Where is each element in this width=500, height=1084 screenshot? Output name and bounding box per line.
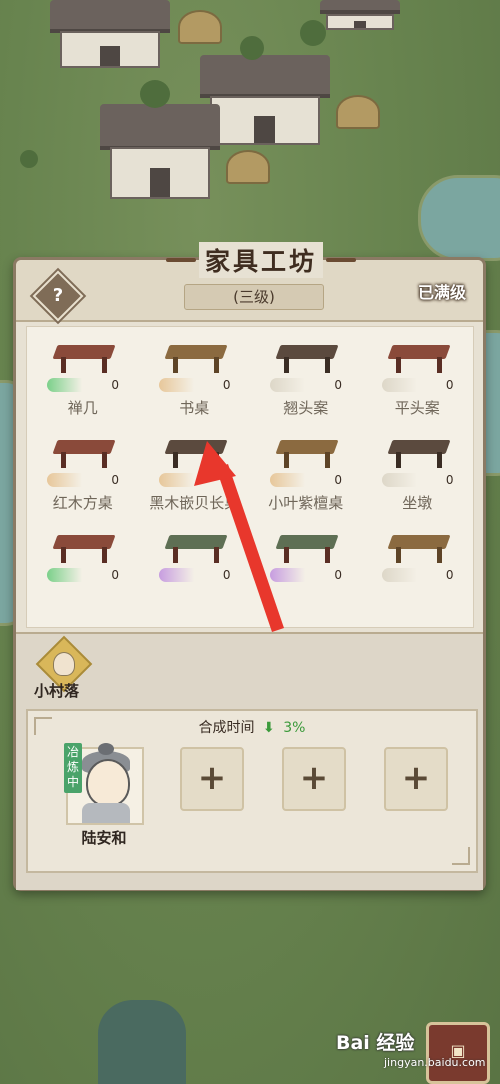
- furniture-icon: [163, 531, 228, 565]
- furniture-item[interactable]: 0 书桌: [139, 333, 251, 428]
- furniture-icon: [163, 341, 228, 375]
- down-arrow-icon: ⬇: [263, 720, 275, 736]
- crafting-box: 合成时间 ⬇ 3% 冶炼中 陆安和 + + +: [26, 709, 478, 873]
- item-label: 翘头案: [283, 399, 329, 417]
- add-worker-slot[interactable]: +: [180, 747, 244, 811]
- question-icon: ?: [52, 285, 64, 306]
- item-label: 坐墩: [402, 494, 433, 512]
- furniture-item[interactable]: 0: [362, 523, 474, 618]
- furniture-workshop-panel: ? 家具工坊 (三级) 已满级 0 禅几 0 书桌 0 翘头案 0 平头案 0 红木方桌 0 黑木嵌贝…: [13, 242, 486, 891]
- furniture-icon: [52, 436, 116, 470]
- furniture-icon: [275, 436, 339, 470]
- worker-avatar: [86, 759, 130, 807]
- item-count: 0: [47, 378, 125, 392]
- hut[interactable]: [336, 95, 380, 129]
- tree: [20, 150, 38, 168]
- tree: [300, 20, 326, 46]
- furniture-item[interactable]: 0 小叶紫檀桌: [250, 428, 362, 523]
- furniture-icon: [163, 436, 228, 470]
- item-label: 红木方桌: [52, 494, 113, 512]
- item-count: 0: [158, 378, 237, 392]
- hut[interactable]: [226, 150, 270, 184]
- item-label: 小叶紫檀桌: [268, 494, 344, 512]
- title-banner: 家具工坊: [166, 242, 356, 278]
- furniture-item[interactable]: 0 坐墩: [362, 428, 474, 523]
- plus-icon: +: [401, 758, 431, 798]
- furniture-icon: [386, 436, 451, 470]
- furniture-item[interactable]: 0 红木方桌: [27, 428, 139, 523]
- crafting-section: 小村落 合成时间 ⬇ 3% 冶炼中 陆安和 + + +: [16, 632, 483, 890]
- furniture-icon: [52, 341, 116, 375]
- craft-time-reduction: 3%: [283, 720, 306, 736]
- item-count: 0: [381, 568, 460, 582]
- item-count: 0: [381, 378, 460, 392]
- panel-title: 家具工坊: [198, 242, 323, 278]
- furniture-item[interactable]: 0 黑木嵌贝长桌: [139, 428, 251, 523]
- tree: [240, 36, 264, 60]
- furniture-item[interactable]: 0 禅几: [27, 333, 139, 428]
- furniture-item[interactable]: 0: [27, 523, 139, 618]
- worker-bun: [98, 743, 114, 755]
- village-label: 小村落: [34, 682, 80, 700]
- item-label: 书桌: [179, 399, 210, 417]
- item-count: 0: [158, 473, 237, 487]
- furniture-item[interactable]: 0 翘头案: [250, 333, 362, 428]
- item-count: 0: [270, 378, 348, 392]
- add-worker-slot[interactable]: +: [384, 747, 448, 811]
- village-icon[interactable]: [35, 635, 93, 693]
- craft-time-label: 合成时间: [198, 720, 255, 736]
- item-count: 0: [381, 473, 460, 487]
- item-count: 0: [47, 473, 125, 487]
- item-count: 0: [270, 568, 348, 582]
- watermark: Bai 经验: [336, 1032, 415, 1054]
- pond: [418, 175, 500, 261]
- item-label: 禅几: [67, 399, 98, 417]
- worker-name: 陆安和: [81, 829, 127, 847]
- max-level-badge: 已满级: [414, 278, 470, 308]
- item-label: 黑木嵌贝长桌: [149, 494, 240, 512]
- add-worker-slot[interactable]: +: [282, 747, 346, 811]
- corner-menu-button[interactable]: ▣: [426, 1022, 490, 1084]
- item-count: 0: [270, 473, 348, 487]
- furniture-icon: [52, 531, 116, 565]
- house[interactable]: [320, 0, 400, 30]
- furniture-item[interactable]: 0: [139, 523, 251, 618]
- panel-header: ? 家具工坊 (三级) 已满级: [16, 242, 483, 322]
- furniture-item[interactable]: 0 平头案: [362, 333, 474, 428]
- item-label: 平头案: [394, 399, 440, 417]
- corner-ornament: [452, 847, 470, 865]
- worker-status-tag: 冶炼中: [64, 743, 82, 793]
- level-badge: (三级): [184, 284, 324, 310]
- watermark-url: jingyan.baidu.com: [384, 1056, 486, 1069]
- furniture-icon: [275, 531, 339, 565]
- house[interactable]: [50, 0, 170, 68]
- furniture-icon: [386, 531, 451, 565]
- furniture-icon: [386, 341, 451, 375]
- help-button[interactable]: ?: [32, 270, 84, 322]
- hut[interactable]: [178, 10, 222, 44]
- craft-time-row: 合成时间 ⬇ 3%: [28, 717, 476, 737]
- tree: [140, 80, 170, 108]
- plus-icon: +: [299, 758, 329, 798]
- worker-slot[interactable]: 冶炼中: [64, 743, 144, 825]
- item-count: 0: [158, 568, 237, 582]
- rock: [98, 1000, 186, 1084]
- plus-icon: +: [197, 758, 227, 798]
- furniture-grid: 0 禅几 0 书桌 0 翘头案 0 平头案 0 红木方桌 0 黑木嵌贝长桌 0 小叶紫檀桌 0 坐墩 0 0 0 0: [26, 326, 474, 628]
- furniture-icon: [275, 341, 339, 375]
- worker-body: [82, 803, 130, 823]
- house[interactable]: [100, 104, 220, 199]
- furniture-item[interactable]: 0: [250, 523, 362, 618]
- item-count: 0: [47, 568, 125, 582]
